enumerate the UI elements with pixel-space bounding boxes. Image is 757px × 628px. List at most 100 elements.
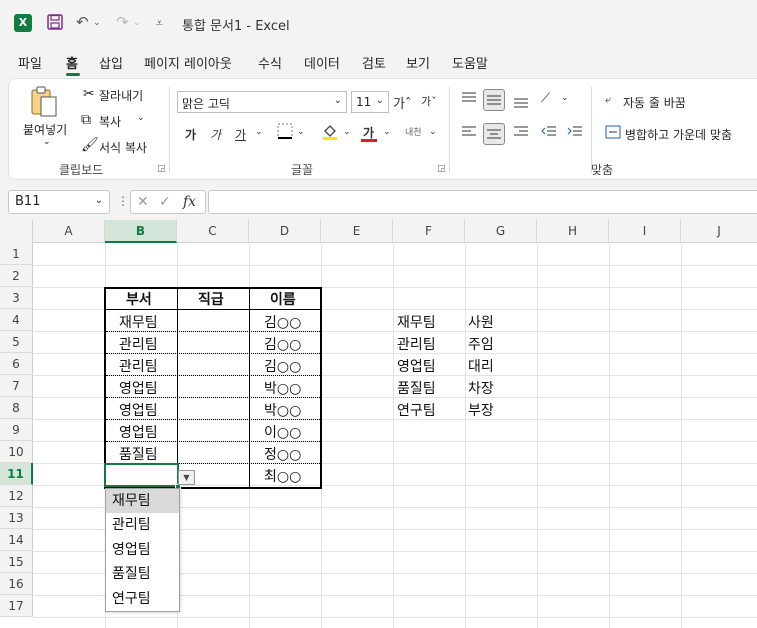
column-header-j[interactable]: J: [681, 220, 757, 243]
format-painter-icon[interactable]: 🖌: [81, 137, 99, 153]
table-cell-dept[interactable]: 영업팀: [119, 400, 158, 420]
validation-list-item[interactable]: 재무팀: [106, 489, 179, 514]
row-header-15[interactable]: 15: [0, 551, 33, 573]
tab-formulas[interactable]: 수식: [258, 53, 282, 72]
lookup-dept[interactable]: 관리팀: [397, 334, 436, 354]
underline-dropdown-icon[interactable]: ⌄: [255, 127, 263, 137]
font-launcher-icon[interactable]: ◲: [437, 164, 446, 174]
table-cell-name[interactable]: 김○○: [264, 356, 301, 376]
row-header-14[interactable]: 14: [0, 529, 33, 551]
formula-input[interactable]: [208, 190, 757, 214]
column-header-c[interactable]: C: [177, 220, 249, 243]
increase-indent-icon[interactable]: [567, 125, 583, 143]
table-cell-dept[interactable]: 관리팀: [119, 334, 158, 354]
italic-button[interactable]: 가: [210, 126, 221, 143]
orientation-dropdown-icon[interactable]: ⌄: [561, 93, 569, 103]
format-painter-button[interactable]: 서식 복사: [99, 139, 147, 156]
tab-home[interactable]: 홈: [66, 53, 78, 72]
tab-file[interactable]: 파일: [18, 53, 42, 72]
font-color-dropdown-icon[interactable]: ⌄: [383, 127, 391, 137]
orientation-icon[interactable]: ⟋: [541, 91, 550, 106]
select-all-corner[interactable]: [0, 220, 33, 243]
paste-dropdown-icon[interactable]: ⌄: [43, 137, 51, 147]
lookup-dept[interactable]: 품질팀: [397, 378, 436, 398]
align-top-icon[interactable]: [461, 91, 477, 109]
row-header-11[interactable]: 11: [0, 463, 33, 485]
worksheet-grid[interactable]: A B C D E F G H I J 1 2 3 4 5 6 7 8 9 10…: [0, 220, 757, 628]
validation-list-item[interactable]: 관리팀: [106, 513, 179, 537]
phonetic-dropdown-icon[interactable]: ⌄: [429, 127, 437, 137]
lookup-rank[interactable]: 대리: [468, 356, 494, 376]
paste-icon[interactable]: [29, 85, 59, 122]
name-box[interactable]: B11 ⌄: [8, 190, 110, 214]
cut-button[interactable]: 잘라내기: [99, 87, 143, 104]
customize-toolbar-icon[interactable]: ⩡: [156, 16, 163, 31]
fill-color-dropdown-icon[interactable]: ⌄: [343, 127, 351, 137]
table-cell-name[interactable]: 김○○: [264, 312, 301, 332]
font-size-select[interactable]: 11 ⌄: [351, 91, 389, 113]
row-header-2[interactable]: 2: [0, 265, 33, 287]
borders-dropdown-icon[interactable]: ⌄: [297, 127, 305, 137]
table-cell-dept[interactable]: 영업팀: [119, 422, 158, 442]
column-header-g[interactable]: G: [465, 220, 537, 243]
row-header-1[interactable]: 1: [0, 243, 33, 265]
redo-icon[interactable]: ↷: [116, 13, 129, 31]
decrease-font-icon[interactable]: 가ˇ: [421, 93, 437, 109]
cut-icon[interactable]: ✂: [83, 86, 95, 102]
column-header-d[interactable]: D: [249, 220, 321, 243]
column-header-a[interactable]: A: [33, 220, 105, 243]
tab-page-layout[interactable]: 페이지 레이아웃: [144, 53, 232, 72]
undo-dropdown-icon[interactable]: ⌄: [93, 18, 101, 28]
insert-function-icon[interactable]: fx: [183, 194, 196, 210]
lookup-dept[interactable]: 연구팀: [397, 400, 436, 420]
table-cell-dept[interactable]: 영업팀: [119, 378, 158, 398]
undo-icon[interactable]: ↶: [76, 13, 89, 31]
table-cell-name[interactable]: 정○○: [264, 444, 301, 464]
align-right-icon[interactable]: [513, 125, 529, 143]
copy-dropdown-icon[interactable]: ⌄: [137, 113, 145, 123]
row-header-10[interactable]: 10: [0, 441, 33, 463]
row-header-8[interactable]: 8: [0, 397, 33, 419]
wrap-text-button[interactable]: 자동 줄 바꿈: [623, 94, 686, 111]
save-icon[interactable]: [46, 13, 64, 35]
lookup-dept[interactable]: 재무팀: [397, 312, 436, 332]
tab-insert[interactable]: 삽입: [99, 53, 123, 72]
tab-help[interactable]: 도움말: [452, 53, 488, 72]
column-header-i[interactable]: I: [609, 220, 681, 243]
align-center-button[interactable]: [483, 123, 505, 145]
column-header-f[interactable]: F: [393, 220, 465, 243]
table-cell-name[interactable]: 최○○: [264, 466, 301, 486]
cancel-icon[interactable]: ✕: [137, 194, 149, 210]
column-header-h[interactable]: H: [537, 220, 609, 243]
redo-dropdown-icon[interactable]: ⌄: [133, 18, 141, 28]
bold-button[interactable]: 가: [185, 126, 196, 143]
copy-icon[interactable]: ⧉: [81, 112, 91, 128]
column-header-e[interactable]: E: [321, 220, 393, 243]
validation-list-item[interactable]: 연구팀: [106, 587, 179, 611]
row-header-4[interactable]: 4: [0, 309, 33, 331]
font-name-select[interactable]: 맑은 고딕 ⌄: [177, 91, 347, 113]
row-header-13[interactable]: 13: [0, 507, 33, 529]
table-cell-name[interactable]: 김○○: [264, 334, 301, 354]
merge-center-button[interactable]: 병합하고 가운데 맞춤: [625, 126, 732, 143]
lookup-rank[interactable]: 차장: [468, 378, 494, 398]
table-cell-dept[interactable]: 관리팀: [119, 356, 158, 376]
merge-center-icon[interactable]: [605, 125, 621, 143]
enter-icon[interactable]: ✓: [159, 194, 171, 210]
row-header-12[interactable]: 12: [0, 485, 33, 507]
paste-button[interactable]: 붙여넣기: [23, 121, 67, 138]
phonetic-icon[interactable]: 내천: [405, 125, 422, 138]
underline-button[interactable]: 가: [235, 126, 246, 143]
tab-data[interactable]: 데이터: [304, 53, 340, 72]
table-cell-dept[interactable]: 품질팀: [119, 444, 158, 464]
row-header-16[interactable]: 16: [0, 573, 33, 595]
row-header-7[interactable]: 7: [0, 375, 33, 397]
copy-button[interactable]: 복사: [99, 113, 121, 130]
table-cell-name[interactable]: 박○○: [264, 378, 301, 398]
borders-icon[interactable]: [277, 123, 293, 143]
align-middle-button[interactable]: [483, 89, 505, 111]
lookup-dept[interactable]: 영업팀: [397, 356, 436, 376]
increase-font-icon[interactable]: 가ˆ: [393, 93, 411, 112]
lookup-rank[interactable]: 사원: [468, 312, 494, 332]
validation-dropdown-button[interactable]: ▼: [178, 470, 195, 485]
